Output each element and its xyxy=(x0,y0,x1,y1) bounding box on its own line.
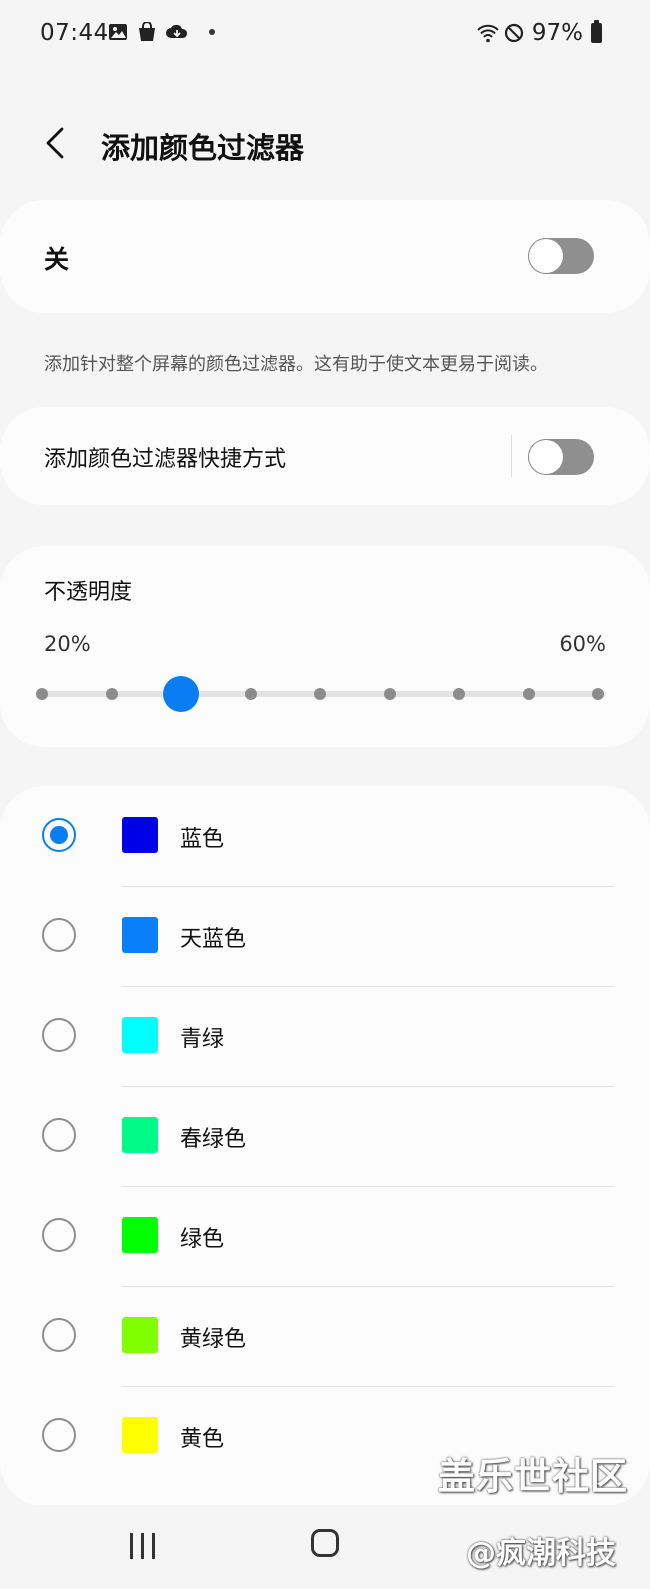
slider-step-dot[interactable] xyxy=(383,688,396,700)
color-radio-button[interactable] xyxy=(42,1018,76,1052)
color-name: 黄色 xyxy=(180,1427,225,1452)
color-name: 天蓝色 xyxy=(180,927,247,952)
home-icon[interactable] xyxy=(311,1529,339,1557)
color-radio-button[interactable] xyxy=(42,818,76,852)
color-swatch xyxy=(122,817,158,853)
master-toggle-label: 关 xyxy=(44,245,70,274)
gallery-icon xyxy=(108,22,128,42)
color-name: 青绿 xyxy=(180,1027,225,1052)
color-option-row[interactable]: 春绿色 xyxy=(0,1086,650,1187)
color-name: 蓝色 xyxy=(180,827,225,852)
chevron-left-icon xyxy=(46,127,64,159)
shortcut-label: 添加颜色过滤器快捷方式 xyxy=(44,447,287,472)
master-toggle-switch[interactable] xyxy=(528,238,594,274)
color-option-row[interactable]: 黄绿色 xyxy=(0,1286,650,1387)
shortcut-card[interactable]: 添加颜色过滤器快捷方式 xyxy=(0,407,650,505)
status-icons-right: 97% xyxy=(476,20,602,46)
toggle-knob xyxy=(529,440,563,474)
app-header: 添加颜色过滤器 xyxy=(0,105,650,180)
opacity-max-label: 60% xyxy=(559,632,606,656)
color-name: 黄绿色 xyxy=(180,1327,247,1352)
feature-description: 添加针对整个屏幕的颜色过滤器。这有助于使文本更易于阅读。 xyxy=(44,354,548,375)
slider-step-dot[interactable] xyxy=(522,688,535,700)
toggle-knob xyxy=(529,239,563,273)
battery-percent: 97% xyxy=(531,20,583,46)
status-time: 07:44 xyxy=(40,20,109,46)
wifi-icon xyxy=(476,23,499,43)
slider-step-dot[interactable] xyxy=(36,688,48,700)
opacity-card: 不透明度 20% 60% xyxy=(0,546,650,747)
status-icons-left xyxy=(108,21,215,42)
opacity-label: 不透明度 xyxy=(44,580,133,605)
color-list-card: 蓝色天蓝色青绿春绿色绿色黄绿色黄色 xyxy=(0,786,650,1506)
color-radio-button[interactable] xyxy=(42,1218,76,1252)
slider-thumb[interactable] xyxy=(163,676,199,712)
page-title: 添加颜色过滤器 xyxy=(101,131,305,165)
color-swatch xyxy=(122,917,158,953)
status-bar: 07:44 97% xyxy=(0,0,650,70)
color-swatch xyxy=(122,1417,158,1453)
watermark-handle: @疯潮科技 xyxy=(466,1536,616,1571)
opacity-slider[interactable] xyxy=(36,676,606,712)
color-swatch xyxy=(122,1017,158,1053)
cloud-sync-icon xyxy=(166,22,188,42)
color-swatch xyxy=(122,1117,158,1153)
notification-dot xyxy=(209,29,215,35)
color-option-row[interactable]: 绿色 xyxy=(0,1186,650,1287)
color-option-row[interactable]: 青绿 xyxy=(0,986,650,1087)
recents-icon[interactable] xyxy=(130,1533,156,1559)
watermark-text: 盖乐世社区 xyxy=(438,1455,628,1498)
opacity-min-label: 20% xyxy=(44,632,91,656)
color-radio-button[interactable] xyxy=(42,918,76,952)
color-swatch xyxy=(122,1217,158,1253)
slider-step-dot[interactable] xyxy=(592,688,604,700)
color-swatch xyxy=(122,1317,158,1353)
color-name: 春绿色 xyxy=(180,1127,247,1152)
color-option-row[interactable]: 天蓝色 xyxy=(0,886,650,987)
slider-step-dot[interactable] xyxy=(314,688,326,700)
do-not-disturb-icon xyxy=(504,23,524,43)
slider-step-dot[interactable] xyxy=(453,688,465,700)
back-button[interactable] xyxy=(30,115,80,170)
shopping-bag-icon xyxy=(137,21,157,42)
master-toggle-card[interactable]: 关 xyxy=(0,200,650,313)
color-name: 绿色 xyxy=(180,1227,225,1252)
slider-step-dot[interactable] xyxy=(244,688,257,700)
color-radio-button[interactable] xyxy=(42,1118,76,1152)
slider-step-dot[interactable] xyxy=(105,688,118,700)
shortcut-toggle-switch[interactable] xyxy=(528,439,594,475)
color-radio-button[interactable] xyxy=(42,1318,76,1352)
shortcut-divider xyxy=(511,435,512,477)
color-option-row[interactable]: 蓝色 xyxy=(0,786,650,887)
battery-icon xyxy=(591,20,602,43)
color-radio-button[interactable] xyxy=(42,1418,76,1452)
